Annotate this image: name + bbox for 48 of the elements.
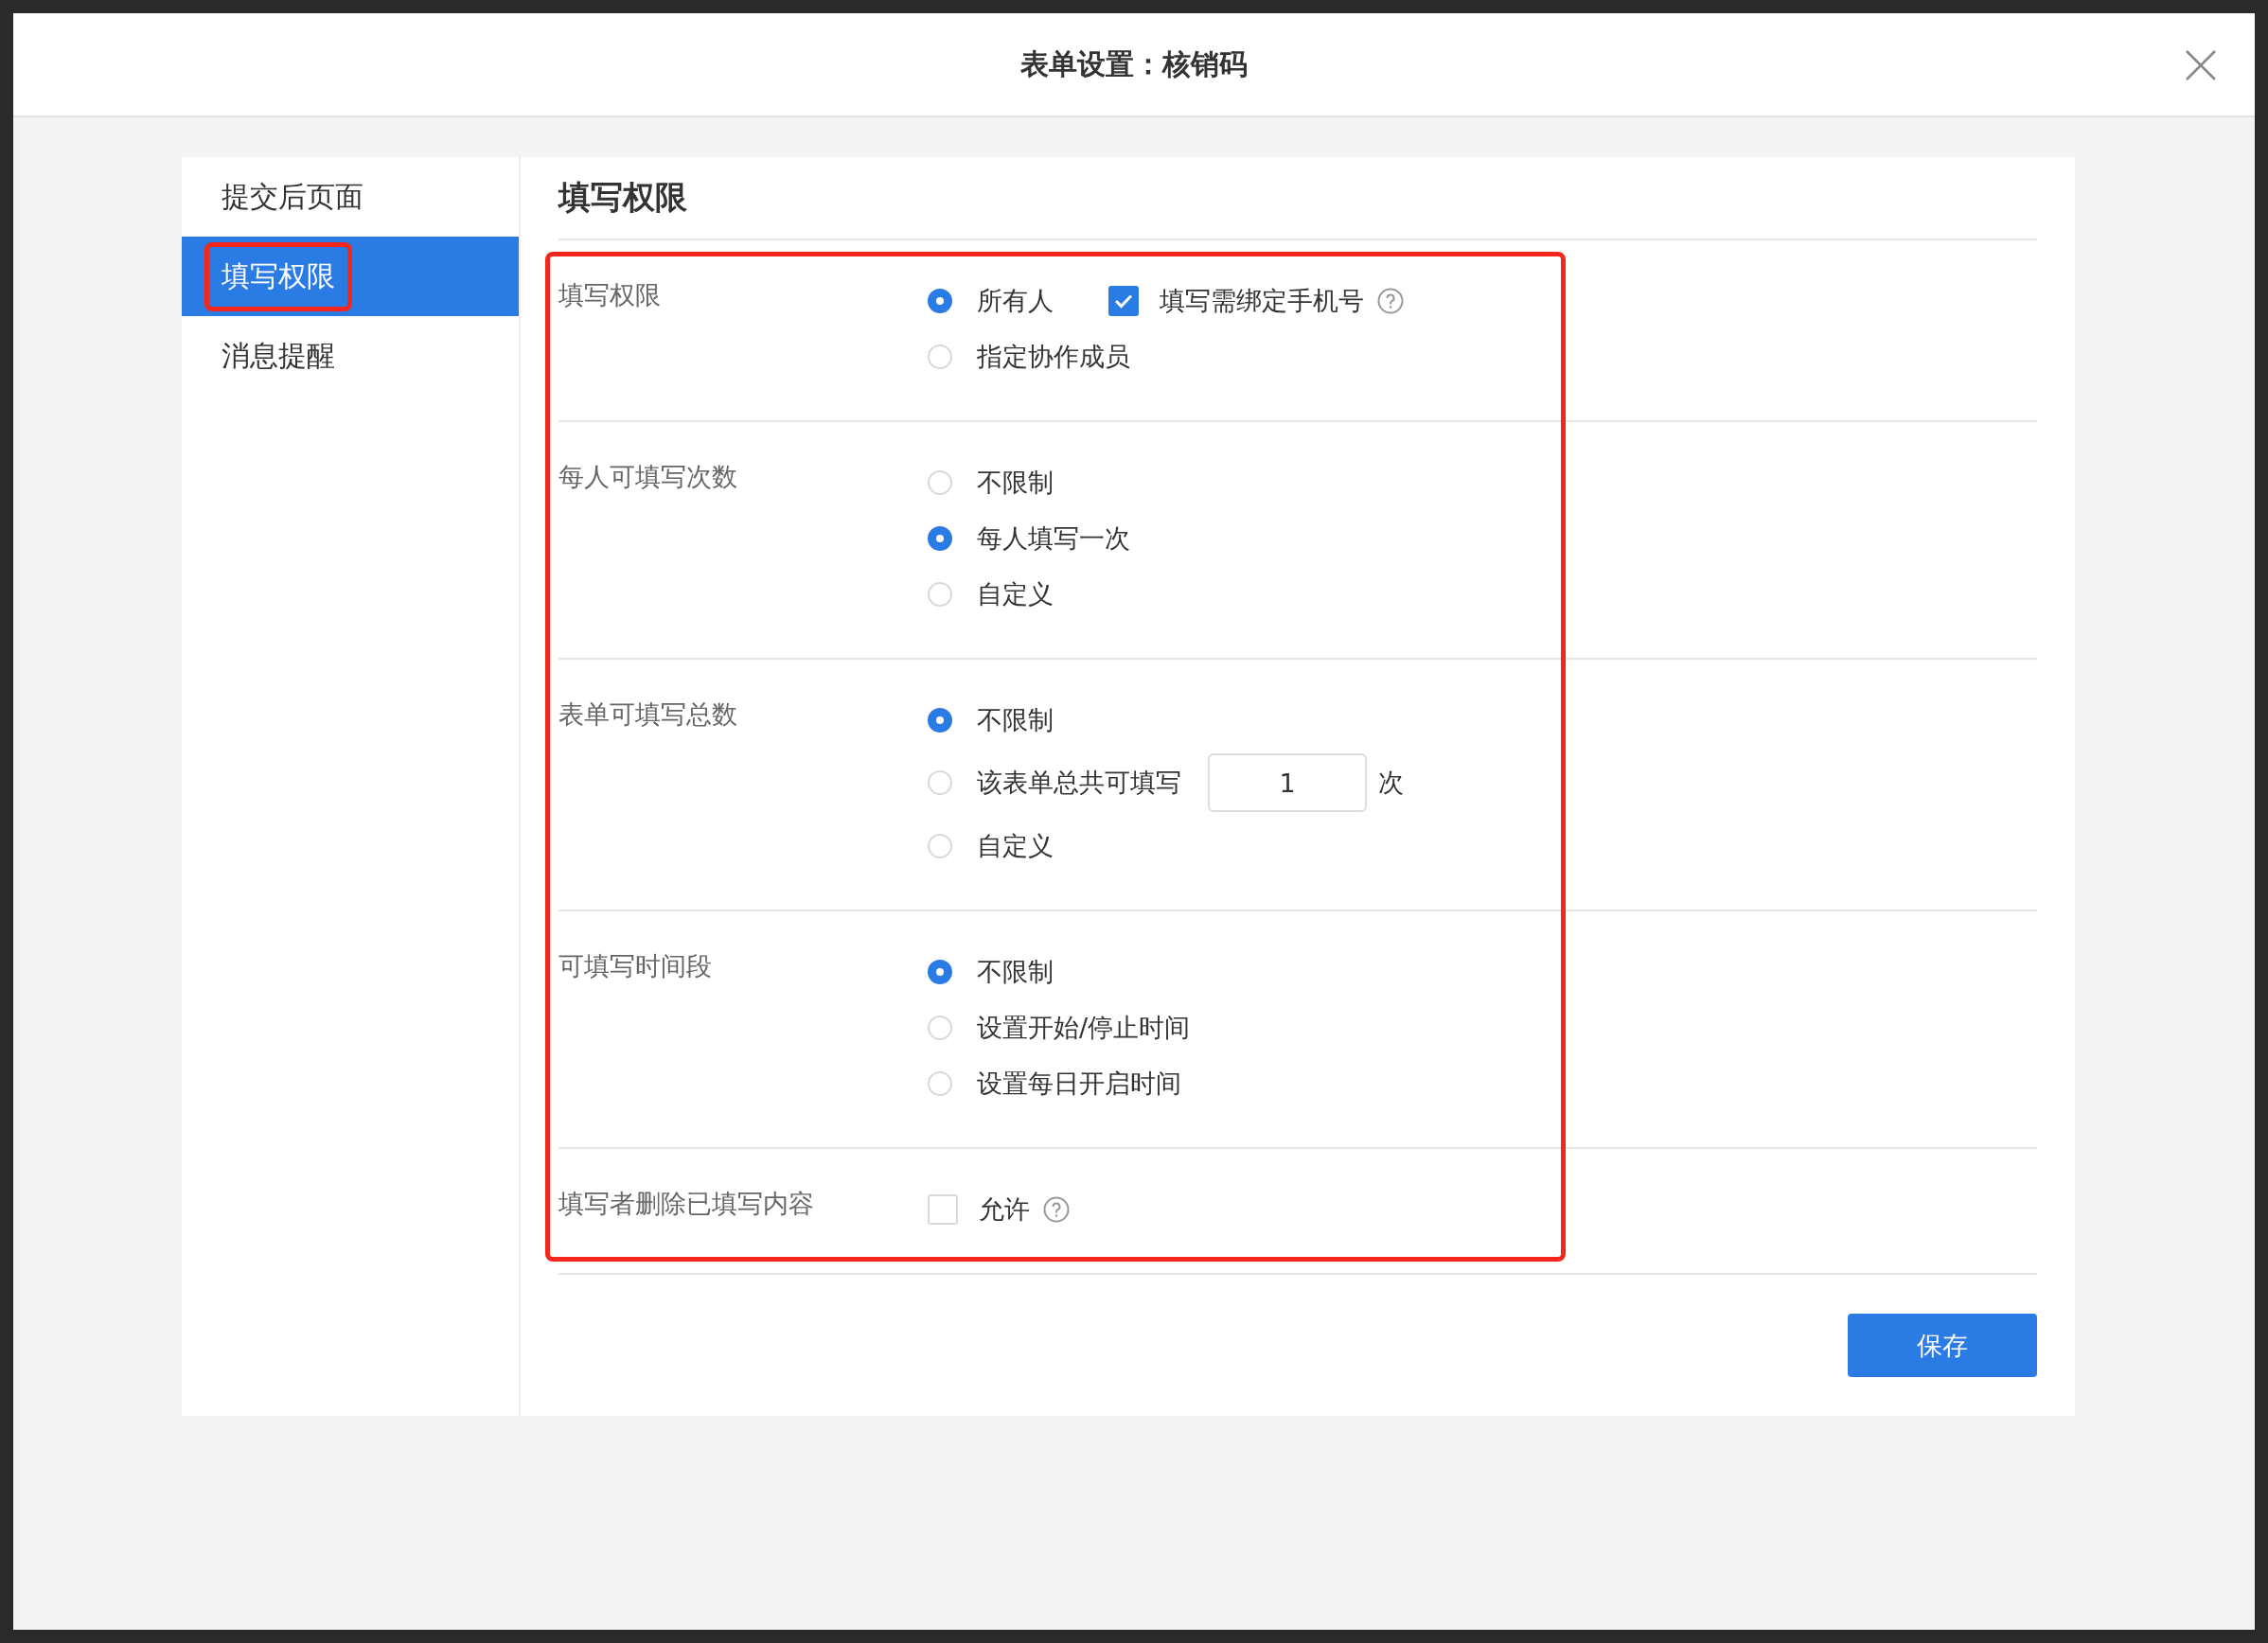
option-label: 不限制 — [977, 466, 1054, 499]
option-label: 指定协作成员 — [977, 340, 1130, 373]
radio-button[interactable] — [928, 707, 952, 733]
unit-label: 次 — [1378, 767, 1404, 799]
option-label: 每人填写一次 — [977, 521, 1130, 555]
dialog-title: 表单设置：核销码 — [1020, 45, 1248, 82]
radio-option[interactable]: 自定义 — [928, 828, 1054, 863]
setting-label: 填写者删除已填写内容 — [558, 1188, 815, 1220]
setting-label: 填写权限 — [558, 279, 662, 311]
setting-label: 可填写时间段 — [558, 950, 713, 982]
radio-option[interactable]: 自定义 — [928, 576, 1054, 611]
help-icon[interactable] — [1043, 1195, 1070, 1223]
option-label: 该表单总共可填写 — [977, 767, 1181, 799]
checkbox[interactable] — [1108, 285, 1139, 316]
close-icon[interactable] — [2185, 49, 2217, 81]
radio-option[interactable]: 该表单总共可填写 — [928, 766, 1181, 800]
radio-option[interactable]: 设置开始/停止时间 — [928, 1010, 1191, 1045]
option-label: 不限制 — [977, 703, 1054, 736]
option-label: 自定义 — [977, 577, 1054, 610]
radio-option[interactable]: 不限制 — [928, 702, 1054, 737]
option-label: 自定义 — [977, 829, 1054, 862]
save-button[interactable]: 保存 — [1848, 1314, 2037, 1377]
option-label: 所有人 — [977, 284, 1054, 317]
radio-option[interactable]: 所有人 — [928, 283, 1054, 318]
option-label: 不限制 — [977, 955, 1054, 988]
setting-label: 表单可填写总数 — [558, 698, 738, 731]
sidebar-item[interactable]: 消息提醒 — [182, 316, 519, 396]
radio-option[interactable]: 不限制 — [928, 954, 1054, 989]
checkbox-option[interactable]: 允许 — [928, 1192, 1070, 1227]
setting-label: 每人可填写次数 — [558, 461, 738, 493]
help-icon[interactable] — [1377, 287, 1404, 314]
radio-button[interactable] — [928, 959, 952, 984]
radio-option[interactable]: 不限制 — [928, 465, 1054, 500]
check-icon — [1114, 292, 1133, 309]
sidebar-item[interactable]: 填写权限 — [182, 237, 519, 316]
radio-option[interactable]: 指定协作成员 — [928, 339, 1130, 374]
radio-option[interactable]: 设置每日开启时间 — [928, 1066, 1181, 1101]
count-input[interactable]: 1 — [1208, 753, 1367, 812]
option-label: 允许 — [979, 1192, 1030, 1226]
option-label: 填写需绑定手机号 — [1160, 284, 1364, 317]
option-label: 设置每日开启时间 — [977, 1067, 1181, 1100]
radio-option[interactable]: 每人填写一次 — [928, 521, 1130, 556]
sidebar-item[interactable]: 提交后页面 — [182, 157, 519, 237]
checkbox-option[interactable]: 填写需绑定手机号 — [1108, 283, 1404, 318]
radio-button[interactable] — [928, 525, 952, 551]
radio-button[interactable] — [928, 288, 952, 313]
panel-title: 填写权限 — [558, 157, 2037, 240]
option-label: 设置开始/停止时间 — [977, 1011, 1191, 1044]
